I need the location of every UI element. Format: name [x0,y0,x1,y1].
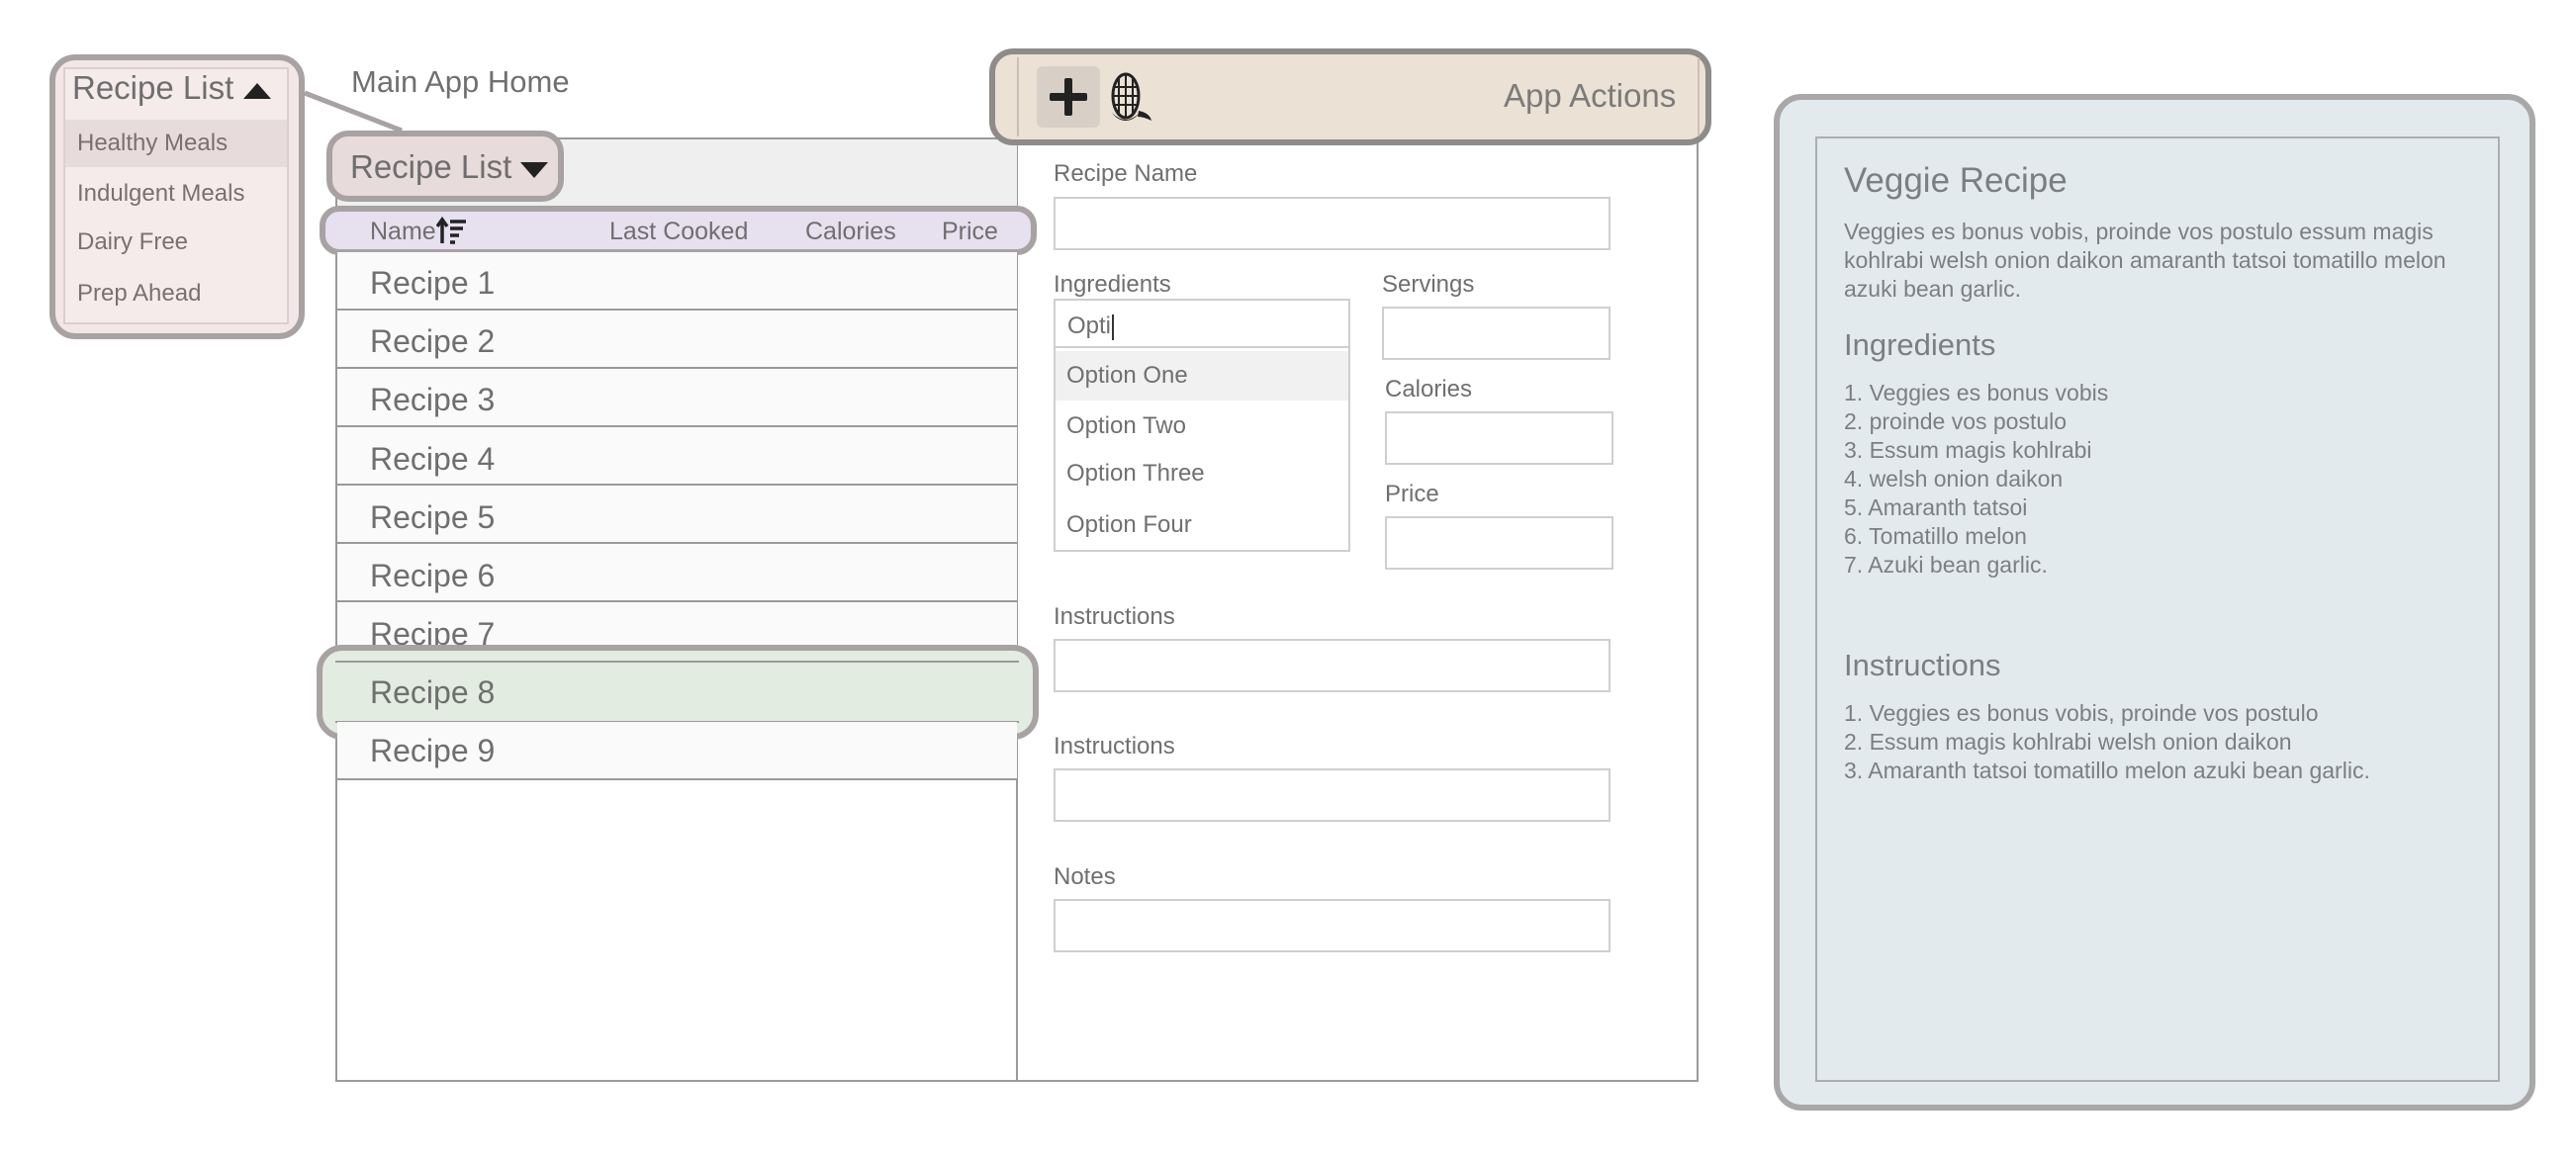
instructions-heading: Instructions [1844,648,2001,682]
recipe-name-label: Recipe Name [1054,160,1198,187]
row-label: Recipe 3 [370,382,496,417]
servings-label: Servings [1382,271,1475,298]
row-label: Recipe 9 [370,733,496,768]
recipe-list-dropdown-label[interactable]: Recipe List [350,148,511,186]
row-label: Recipe 2 [370,323,496,359]
list-item: 3. Essum magis kohlrabi [1844,437,2092,463]
sort-ascending-icon[interactable] [436,217,468,246]
row-label: Recipe 8 [370,674,496,710]
instructions-input-secondary[interactable] [1054,768,1610,822]
list-item: 5. Amaranth tatsoi [1844,494,2028,520]
ingredients-combobox-input[interactable]: Opti [1054,299,1350,348]
column-header-name[interactable]: Name [370,218,436,246]
app-actions-label: App Actions [1504,77,1677,114]
option-three[interactable]: Option Three [1056,449,1348,498]
column-header-last-cooked[interactable]: Last Cooked [609,218,748,246]
ingredients-heading: Ingredients [1844,327,1996,362]
calories-label: Calories [1385,376,1473,402]
main-app-home-title: Main App Home [351,64,570,99]
recipe-name-input[interactable] [1054,197,1610,250]
ingredients-label: Ingredients [1054,271,1171,298]
instructions-input[interactable] [1054,639,1610,692]
list-item: 4. welsh onion daikon [1844,466,2064,492]
popup-title[interactable]: Recipe List [72,69,233,107]
column-header-calories[interactable]: Calories [805,218,896,246]
row-label: Recipe 6 [370,558,496,593]
instructions-label-secondary: Instructions [1054,733,1175,760]
option-two[interactable]: Option Two [1056,402,1348,451]
price-label: Price [1385,481,1439,507]
ingredients-list: 1. Veggies es bonus vobis 2. proinde vos… [1844,379,2108,580]
recipe-description: Veggies es bonus vobis, proinde vos post… [1844,219,2446,302]
list-item: 3. Amaranth tatsoi tomatillo melon azuki… [1844,758,2370,783]
row-label: Recipe 1 [370,265,496,301]
row-label: Recipe 5 [370,499,496,535]
popup-item-indulgent-meals[interactable]: Indulgent Meals [65,170,287,218]
row-label: Recipe 4 [370,441,496,477]
calories-input[interactable] [1385,411,1613,465]
option-one[interactable]: Option One [1056,351,1348,401]
instructions-list: 1. Veggies es bonus vobis, proinde vos p… [1844,699,2370,785]
list-item: 1. Veggies es bonus vobis [1844,380,2109,405]
corn-icon[interactable] [1106,69,1153,127]
caret-up-icon[interactable] [243,83,271,99]
caret-down-icon[interactable] [520,162,548,178]
notes-input[interactable] [1054,899,1610,952]
list-item: 6. Tomatillo melon [1844,523,2027,549]
notes-label: Notes [1054,863,1116,890]
list-item: 1. Veggies es bonus vobis, proinde vos p… [1844,700,2319,726]
plus-icon-stem [1064,78,1072,116]
list-item: 2. proinde vos postulo [1844,408,2068,434]
ingredients-input-value: Opti [1067,313,1112,339]
option-four[interactable]: Option Four [1056,500,1348,550]
popup-item-healthy-meals[interactable]: Healthy Meals [65,120,287,167]
servings-input[interactable] [1382,307,1610,360]
column-header-price[interactable]: Price [942,218,998,246]
popup-item-dairy-free[interactable]: Dairy Free [65,219,287,266]
recipe-title: Veggie Recipe [1844,161,2068,200]
list-item: 2. Essum magis kohlrabi welsh onion daik… [1844,729,2292,755]
price-input[interactable] [1385,516,1613,570]
list-item: 7. Azuki bean garlic. [1844,552,2048,578]
text-cursor [1112,313,1115,340]
popup-item-prep-ahead[interactable]: Prep Ahead [65,270,287,317]
instructions-label: Instructions [1054,603,1175,630]
